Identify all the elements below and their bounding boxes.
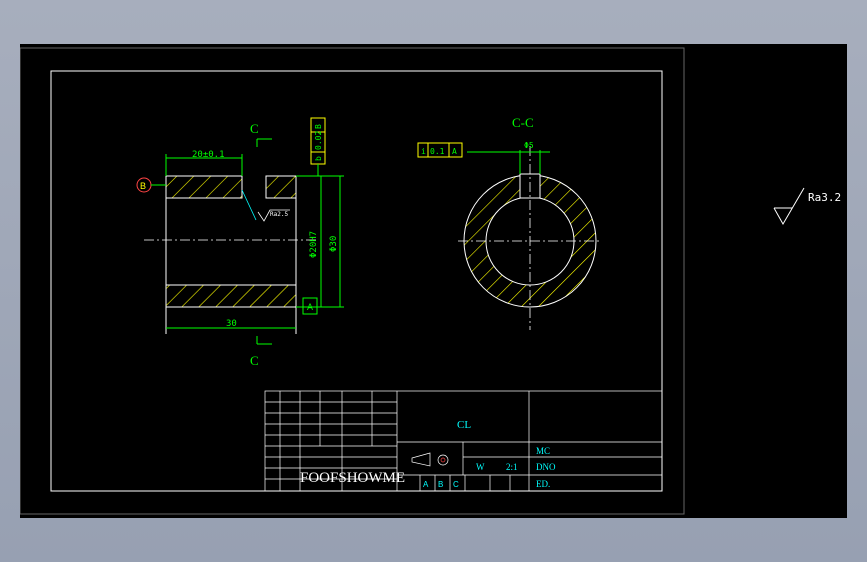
front-view: 20±0.1 30 Φ20H7 Φ30 C C Ra2.5 B A b 0.02…	[136, 117, 344, 368]
table-label-b: B	[438, 480, 443, 489]
drawing-name: CL	[457, 419, 471, 431]
roughness-general-symbol: Ra3.2	[773, 187, 841, 226]
gdt-parallel-tol: 0.02	[314, 131, 323, 150]
gdt-position-tol: 0.1	[430, 147, 445, 156]
dim-outer-dia: Φ30	[329, 236, 339, 252]
outer-frame	[20, 47, 685, 515]
scale-value: 2:1	[506, 462, 518, 472]
table-label-a: A	[423, 480, 429, 489]
datum-b: B	[140, 181, 146, 191]
section-view: C-C Φ5 i 0.1 A	[417, 115, 602, 330]
weight-label: W	[476, 462, 485, 472]
gdt-parallel-datum: B	[314, 124, 323, 129]
table-label-c: C	[453, 480, 459, 489]
drawing-number: DNO	[536, 462, 556, 472]
dim-width-top: 20±0.1	[192, 150, 225, 160]
datum-a: A	[307, 302, 313, 312]
gdt-frame-position: i 0.1 A	[417, 142, 463, 158]
gdt-parallel-symbol: b	[314, 156, 323, 161]
dim-slot: Φ5	[524, 141, 534, 150]
material-label: MC	[536, 446, 550, 456]
dim-length: 30	[226, 319, 237, 329]
drawing-canvas: 20±0.1 30 Φ20H7 Φ30 C C Ra2.5 B A b 0.02…	[20, 44, 847, 518]
roughness-general: Ra3.2	[808, 191, 841, 204]
gdt-position-symbol: i	[421, 147, 426, 156]
top-wall-hatch	[165, 175, 243, 199]
title-block-text: CL MC DNO 2:1 W ED. A B C FOOFSHOWME	[300, 419, 556, 489]
projection-symbol-icon	[411, 452, 449, 467]
section-mark-top: C	[250, 121, 259, 136]
top-wall-hatch-right	[265, 175, 297, 199]
gdt-frame-parallel: b 0.02 B	[310, 117, 326, 176]
section-title: C-C	[512, 115, 534, 130]
roughness-local: Ra2.5	[270, 211, 288, 218]
gdt-position-datum: A	[452, 147, 457, 156]
bottom-wall-hatch	[165, 284, 297, 308]
watermark: FOOFSHOWME	[300, 470, 405, 486]
cad-drawing: 20±0.1 30 Φ20H7 Φ30 C C Ra2.5 B A b 0.02…	[20, 47, 841, 515]
leader-line	[241, 189, 257, 221]
ed-label: ED.	[536, 479, 550, 489]
dim-inner-dia: Φ20H7	[309, 231, 319, 258]
section-mark-bottom: C	[250, 353, 259, 368]
